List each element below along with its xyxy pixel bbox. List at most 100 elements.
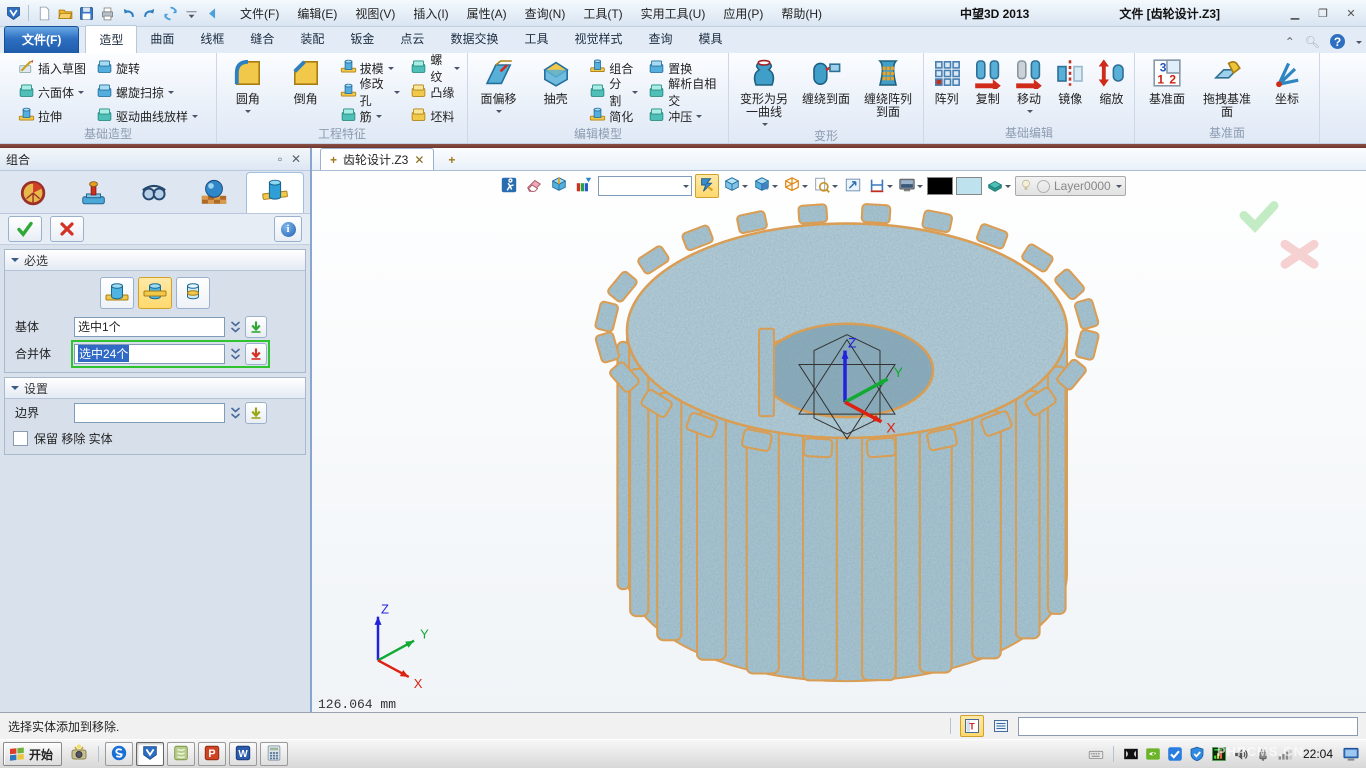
taskbar-screenshot-tool-button[interactable]	[66, 743, 92, 765]
ribbon-tab-线框[interactable]: 线框	[187, 25, 237, 53]
dropdown-arrow-icon[interactable]	[1005, 185, 1011, 191]
menu-5[interactable]: 查询(N)	[516, 1, 575, 26]
dropdown-arrow-icon[interactable]	[742, 185, 748, 191]
view-cube-button[interactable]	[722, 175, 749, 197]
taskbar-notepad-green-button[interactable]	[167, 742, 195, 766]
ribbon-button-六面体[interactable]: 六面体	[15, 81, 89, 103]
dropdown-arrow-icon[interactable]	[887, 185, 893, 191]
boolean-op-remove-button[interactable]	[138, 277, 172, 309]
list-view-button[interactable]	[990, 716, 1012, 736]
panel-minimize-icon[interactable]: ▫	[272, 152, 288, 166]
dropdown-arrow-icon[interactable]	[1027, 110, 1033, 116]
dropdown-arrow-icon[interactable]	[376, 115, 382, 121]
ribbon-tab-造型[interactable]: 造型	[85, 25, 137, 54]
edge-color-swatch[interactable]	[927, 177, 953, 195]
ribbon-button-阵列[interactable]: 阵列	[928, 55, 965, 106]
tray-security-shield-icon[interactable]	[1189, 746, 1205, 762]
ribbon-button-移动[interactable]: 移动	[1010, 55, 1047, 116]
ribbon-tab-点云[interactable]: 点云	[387, 25, 437, 53]
ribbon-tab-模具[interactable]: 模具	[686, 25, 736, 53]
dynamic-section-button[interactable]	[548, 175, 570, 197]
menu-1[interactable]: 编辑(E)	[288, 1, 346, 26]
dropdown-arrow-icon[interactable]	[454, 67, 460, 73]
show-desktop-button[interactable]	[1343, 746, 1359, 762]
ribbon-button-筋[interactable]: 筋	[337, 105, 404, 127]
ribbon-button-插入草图[interactable]: 插入草图	[15, 57, 89, 79]
align-measure-button[interactable]	[867, 175, 894, 197]
ribbon-button-冲压[interactable]: 冲压	[645, 105, 724, 127]
dropdown-arrow-icon[interactable]	[394, 91, 400, 97]
ribbon-button-复制[interactable]: 复制	[969, 55, 1006, 106]
ribbon-button-缠绕阵列到面[interactable]: 缠绕阵列到面	[859, 55, 917, 119]
tray-volume-icon[interactable]	[1233, 746, 1249, 762]
required-section-header[interactable]: 必选	[5, 250, 305, 271]
menu-2[interactable]: 视图(V)	[346, 1, 404, 26]
close-button[interactable]: ✕	[1340, 5, 1362, 22]
ribbon-tab-缝合[interactable]: 缝合	[237, 25, 287, 53]
customize-icon[interactable]	[182, 4, 200, 22]
graphics-viewport[interactable]: ZYXZYX + 齿轮设计.Z3 ✕ + Layer0000 126.064 m…	[312, 148, 1366, 712]
shaded-view-button[interactable]	[695, 174, 719, 198]
pick-arrow-button-red[interactable]	[245, 343, 267, 365]
tray-net-monitor-icon[interactable]	[1211, 746, 1227, 762]
field-input-边界[interactable]	[74, 403, 225, 423]
toolbar-toggle-button[interactable]: T	[960, 715, 984, 737]
tray-dolby-icon[interactable]	[1123, 746, 1139, 762]
menu-8[interactable]: 应用(P)	[714, 1, 772, 26]
menu-7[interactable]: 实用工具(U)	[632, 1, 715, 26]
dropdown-arrow-icon[interactable]	[168, 91, 174, 97]
ribbon-button-修改孔[interactable]: 修改孔	[337, 81, 404, 103]
command-input[interactable]	[1018, 717, 1358, 736]
exit-walk-button[interactable]	[498, 175, 520, 197]
settings-section-header[interactable]: 设置	[5, 378, 305, 399]
search-icon[interactable]: 🔍︎	[1305, 35, 1320, 49]
dropdown-arrow-icon[interactable]	[245, 110, 251, 116]
collapse-left-icon[interactable]	[203, 4, 221, 22]
dropdown-arrow-icon[interactable]	[696, 115, 702, 121]
boolean-op-intersect-button[interactable]	[176, 277, 210, 309]
panel-tab-render[interactable]	[186, 175, 242, 213]
ribbon-button-倒角[interactable]: 倒角	[279, 55, 333, 106]
ribbon-button-凸缘[interactable]: 凸缘	[407, 81, 463, 103]
dropdown-arrow-icon[interactable]	[496, 110, 502, 116]
expand-chevron-icon[interactable]	[227, 404, 243, 422]
taskbar-word-button[interactable]: W	[229, 742, 257, 766]
model-scene[interactable]: ZYXZYX	[312, 148, 1366, 712]
wireframe-display-button[interactable]	[782, 175, 809, 197]
tray-tencent-pm-icon[interactable]	[1167, 746, 1183, 762]
taskbar-powerpoint-button[interactable]: P	[198, 742, 226, 766]
ribbon-button-圆角[interactable]: 圆角	[221, 55, 275, 116]
ribbon-tab-曲面[interactable]: 曲面	[137, 25, 187, 53]
ribbon-button-驱动曲线放样[interactable]: 驱动曲线放样	[93, 105, 201, 127]
ribbon-button-解析自相交[interactable]: 解析自相交	[645, 81, 724, 103]
save-icon[interactable]	[77, 4, 95, 22]
print-icon[interactable]	[98, 4, 116, 22]
ribbon-tab-视觉样式[interactable]: 视觉样式	[561, 25, 635, 53]
field-input-基体[interactable]: 选中1个	[74, 317, 225, 337]
ribbon-button-旋转[interactable]: 旋转	[93, 57, 201, 79]
menu-4[interactable]: 属性(A)	[458, 1, 516, 26]
panel-tab-visibility[interactable]	[126, 175, 182, 213]
panel-tab-history[interactable]	[6, 175, 62, 213]
dropdown-arrow-icon[interactable]	[192, 115, 198, 121]
ribbon-tab-数据交换[interactable]: 数据交换	[437, 25, 511, 53]
ribbon-tab-钣金[interactable]: 钣金	[337, 25, 387, 53]
menu-9[interactable]: 帮助(H)	[772, 1, 831, 26]
taskbar-calculator-button[interactable]	[260, 742, 288, 766]
ok-button[interactable]	[8, 216, 42, 242]
expand-chevron-icon[interactable]	[227, 345, 243, 363]
color-filter-button[interactable]	[573, 175, 595, 197]
taskbar-sogou-button[interactable]	[105, 742, 133, 766]
tray-power-icon[interactable]	[1255, 746, 1271, 762]
dropdown-arrow-icon[interactable]	[632, 91, 638, 97]
face-color-swatch[interactable]	[956, 177, 982, 195]
panel-tab-boolean[interactable]	[246, 172, 304, 213]
keep-remove-checkbox[interactable]	[13, 431, 28, 446]
zoom-page-button[interactable]	[812, 175, 839, 197]
help-dropdown-icon[interactable]	[1356, 41, 1362, 47]
tab-close-icon[interactable]: ✕	[414, 153, 424, 167]
dropdown-arrow-icon[interactable]	[78, 91, 84, 97]
dropdown-arrow-icon[interactable]	[917, 185, 923, 191]
ribbon-button-拖拽基准面[interactable]: 拖拽基准面	[1199, 55, 1255, 119]
dropdown-arrow-icon[interactable]	[772, 185, 778, 191]
